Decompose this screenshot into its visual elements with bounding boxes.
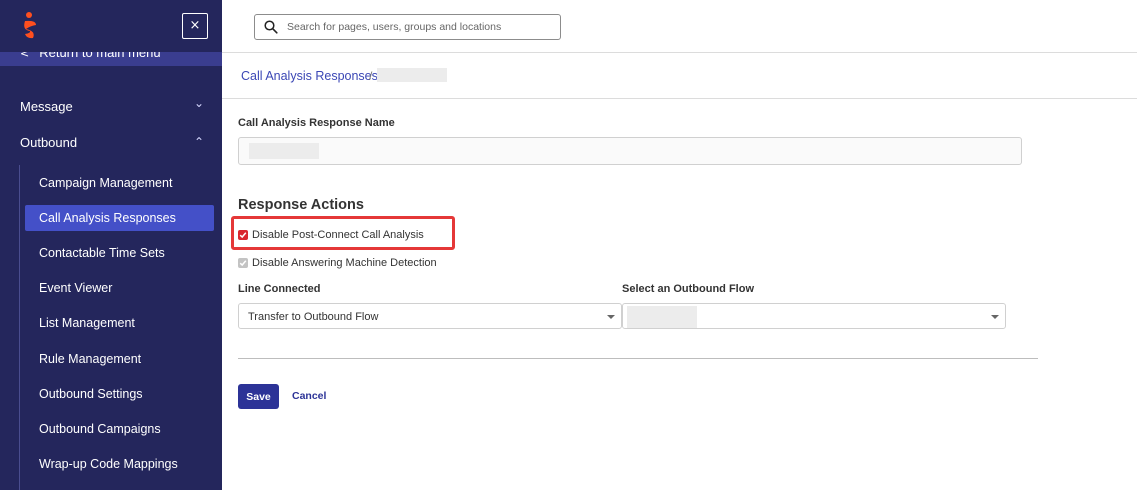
sidebar-item-outbound-settings[interactable]: Outbound Settings: [25, 381, 214, 407]
selected-value: Transfer to Outbound Flow: [248, 311, 379, 323]
sidebar-item-wrap-up-code-mappings[interactable]: Wrap-up Code Mappings: [25, 451, 214, 477]
section-label: Outbound: [20, 135, 78, 150]
sidebar-item-event-viewer[interactable]: Event Viewer: [25, 275, 214, 301]
close-sidebar-button[interactable]: ×: [182, 13, 208, 39]
sidebar-section-outbound[interactable]: Outbound ⌃: [0, 128, 222, 158]
response-name-label: Call Analysis Response Name: [238, 117, 395, 129]
checkbox-label: Disable Post-Connect Call Analysis: [252, 229, 424, 241]
dropdown-arrow-icon: [607, 315, 615, 319]
save-button[interactable]: Save: [238, 384, 279, 409]
sidebar-item-rule-management[interactable]: Rule Management: [25, 346, 214, 372]
search-input[interactable]: [287, 18, 552, 36]
top-header: [222, 0, 1137, 53]
form-divider: [238, 358, 1038, 359]
response-name-input[interactable]: [238, 137, 1022, 165]
outbound-flow-label: Select an Outbound Flow: [622, 283, 754, 295]
redacted-value: [627, 306, 697, 328]
line-connected-label: Line Connected: [238, 283, 321, 295]
redacted-value: [249, 143, 319, 159]
chevron-left-icon: <: [20, 52, 30, 60]
response-actions-heading: Response Actions: [238, 197, 364, 213]
breadcrumb: Call Analysis Responses /: [222, 53, 1137, 99]
return-label: Return to main menu: [39, 52, 161, 60]
search-icon: [264, 20, 278, 34]
sidebar-item-contactable-time-sets[interactable]: Contactable Time Sets: [25, 240, 214, 266]
return-to-main-menu[interactable]: < Return to main menu: [0, 52, 222, 66]
breadcrumb-separator: /: [369, 69, 373, 83]
checkbox-checked-disabled-icon[interactable]: [238, 258, 248, 268]
breadcrumb-call-analysis-responses[interactable]: Call Analysis Responses: [241, 69, 378, 83]
search-box[interactable]: [254, 14, 561, 40]
sidebar-section-message[interactable]: Message ⌄: [0, 92, 222, 122]
checkbox-label: Disable Answering Machine Detection: [252, 257, 437, 269]
sidebar: × < Return to main menu Message ⌄ Outboun…: [0, 0, 222, 490]
checkbox-disable-amd[interactable]: Disable Answering Machine Detection: [238, 257, 437, 269]
sidebar-item-campaign-management[interactable]: Campaign Management: [25, 170, 214, 196]
dropdown-arrow-icon: [991, 315, 999, 319]
sidebar-item-outbound-campaigns[interactable]: Outbound Campaigns: [25, 416, 214, 442]
chevron-up-icon: ⌃: [193, 135, 204, 149]
sidebar-header: ×: [0, 0, 222, 52]
line-connected-select[interactable]: Transfer to Outbound Flow: [238, 303, 622, 329]
section-label: Message: [20, 99, 73, 114]
checkbox-checked-icon[interactable]: [238, 230, 248, 240]
checkbox-disable-post-connect[interactable]: Disable Post-Connect Call Analysis: [238, 229, 424, 241]
genesys-logo-icon: [24, 12, 36, 39]
cancel-button[interactable]: Cancel: [292, 390, 326, 402]
breadcrumb-current-redacted: [377, 68, 447, 82]
chevron-down-icon: ⌄: [193, 96, 204, 110]
sidebar-item-list-management[interactable]: List Management: [25, 310, 214, 336]
submenu-guide-line: [19, 165, 20, 490]
sidebar-item-call-analysis-responses[interactable]: Call Analysis Responses: [25, 205, 214, 231]
outbound-flow-select[interactable]: [622, 303, 1006, 329]
